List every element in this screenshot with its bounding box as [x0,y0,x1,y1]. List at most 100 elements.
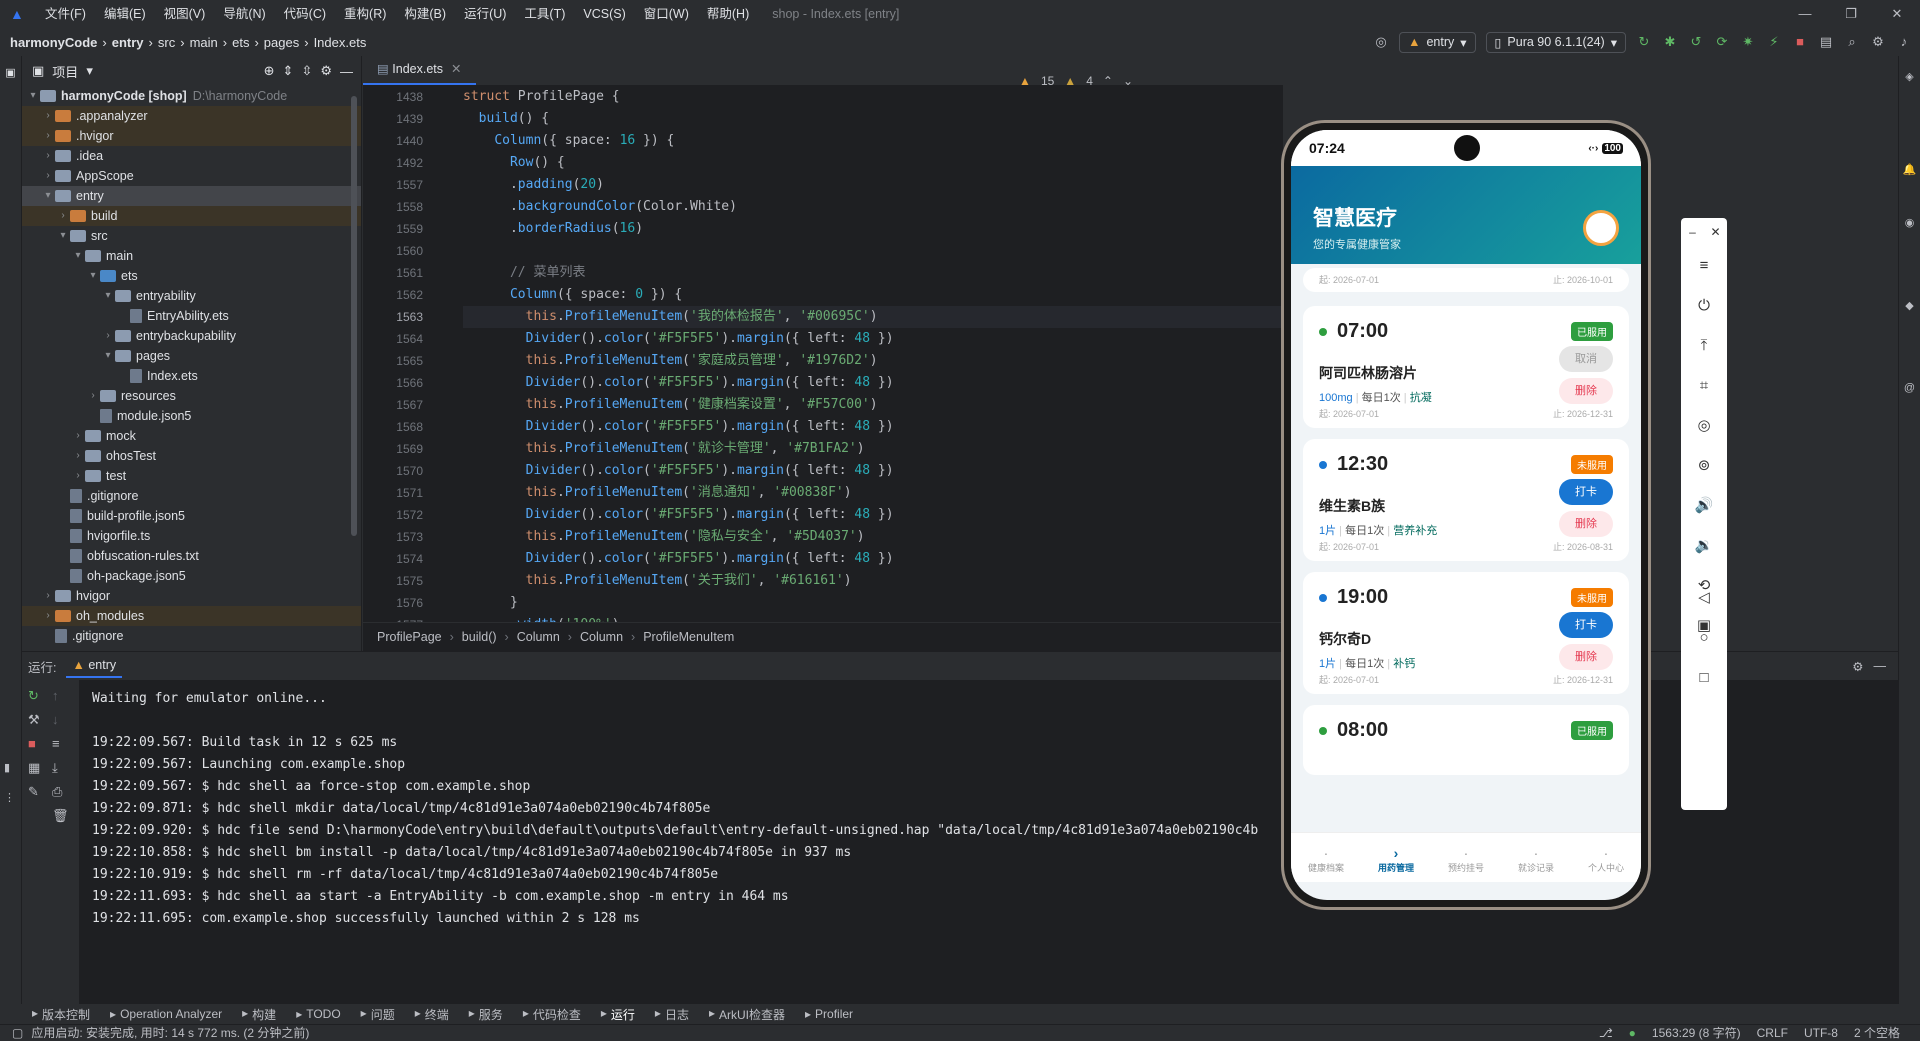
delete-button[interactable]: 删除 [1559,644,1613,670]
apply-changes-icon[interactable]: ⟳ [1714,34,1730,50]
chevron-icon[interactable]: ▾ [71,246,85,266]
scroll-end-icon[interactable]: ⤓ [52,760,58,776]
tree-item[interactable]: ▾ harmonyCode [shop] D:\harmonyCode [22,86,361,106]
code-line[interactable] [463,240,1283,262]
line-number[interactable]: 1572 [363,504,463,526]
chevron-icon[interactable]: › [41,126,55,146]
delete-button[interactable]: 删除 [1559,511,1613,537]
breadcrumb-item[interactable]: entry [112,35,144,50]
tree-item[interactable]: › build [22,206,361,226]
line-number[interactable]: 1557 [363,174,463,196]
code-line[interactable]: .borderRadius(16) [463,218,1283,240]
code-line[interactable]: struct ProfilePage { [463,86,1283,108]
line-number[interactable]: 1564 [363,328,463,350]
chevron-down-icon[interactable]: ▾ [86,63,93,79]
code-breadcrumb-item[interactable]: ProfilePage [377,630,442,644]
chevron-icon[interactable]: › [56,206,70,226]
code-line[interactable]: .width('100%') [463,614,1283,622]
chevron-icon[interactable]: › [41,146,55,166]
code-line[interactable]: .padding(20) [463,174,1283,196]
line-number[interactable]: 1576 [363,592,463,614]
settings-icon[interactable]: ⊚ [1681,446,1727,486]
menu-item-9[interactable]: VCS(S) [574,0,634,28]
notifications-icon[interactable]: ♪ [1896,34,1912,50]
tree-item[interactable]: ▾ main [22,246,361,266]
debug-icon[interactable]: ✱ [1662,34,1678,50]
tree-item[interactable]: Index.ets [22,366,361,386]
tree-item[interactable]: ▾ src [22,226,361,246]
line-number[interactable]: 1569 [363,438,463,460]
tree-item[interactable]: ▾ ets [22,266,361,286]
menu-item-0[interactable]: 文件(F) [36,0,95,28]
code-line[interactable]: this.ProfileMenuItem('健康档案设置', '#F57C00'… [463,394,1283,416]
volume-up-icon[interactable]: 🔊 [1681,486,1727,526]
tree-item[interactable]: › oh_modules [22,606,361,626]
line-number[interactable]: 1563 [363,306,463,328]
collapse-all-icon[interactable]: ⇳ [301,63,312,79]
tree-item[interactable]: oh-package.json5 [22,566,361,586]
code-line[interactable]: Divider().color('#F5F5F5').margin({ left… [463,504,1283,526]
hide-panel-icon[interactable]: — [340,64,353,79]
medication-card[interactable]: 12:30 未服用 维生素B族 1片 | 每日1次 | 营养补充 打卡 删除 起: 2026… [1303,439,1629,561]
power-icon[interactable]: ⏻ [1681,286,1727,326]
expand-all-icon[interactable]: ⇕ [283,63,294,79]
bookmarks-tool-button[interactable]: ▮ [4,761,10,774]
tree-item[interactable]: › .appanalyzer [22,106,361,126]
line-number[interactable]: 1560 [363,240,463,262]
tree-item[interactable]: › ohosTest [22,446,361,466]
code-line[interactable]: this.ProfileMenuItem('关于我们', '#616161') [463,570,1283,592]
medication-card[interactable]: 08:00 已服用 [1303,705,1629,775]
code-line[interactable]: Column({ space: 16 }) { [463,130,1283,152]
code-line[interactable]: Divider().color('#F5F5F5').margin({ left… [463,416,1283,438]
code-line[interactable]: Row() { [463,152,1283,174]
menu-icon[interactable]: ≡ [1681,246,1727,286]
chevron-icon[interactable]: › [71,446,85,466]
chevron-icon[interactable]: ▾ [41,186,55,206]
chevron-icon[interactable]: ▾ [56,226,70,246]
trash-icon[interactable]: 🗑 [52,808,69,824]
project-tool-button[interactable]: ▣ [0,66,21,79]
up-icon[interactable]: ↑ [52,688,59,703]
close-icon[interactable]: ✕ [1704,218,1727,246]
chevron-icon[interactable]: › [71,426,85,446]
target-icon[interactable]: ◎ [1373,34,1389,50]
code-line[interactable]: this.ProfileMenuItem('消息通知', '#00838F') [463,482,1283,504]
code-breadcrumb-item[interactable]: Column [517,630,560,644]
code-area[interactable]: struct ProfilePage { build() { Column({ … [463,86,1283,622]
tree-item[interactable]: › test [22,466,361,486]
tree-item[interactable]: .gitignore [22,486,361,506]
code-line[interactable]: Divider().color('#F5F5F5').margin({ left… [463,548,1283,570]
indent-setting[interactable]: 2 个空格 [1854,1025,1900,1041]
code-line[interactable]: Divider().color('#F5F5F5').margin({ left… [463,372,1283,394]
location-icon[interactable]: ◎ [1681,406,1727,446]
tree-item[interactable]: hvigorfile.ts [22,526,361,546]
stop-icon[interactable]: ■ [1792,34,1808,50]
code-line[interactable]: this.ProfileMenuItem('我的体检报告', '#00695C'… [463,306,1283,328]
tree-scrollbar[interactable] [351,96,357,536]
line-number[interactable]: 1558 [363,196,463,218]
settings-icon[interactable]: ⚙ [1870,34,1886,50]
app-tab-1[interactable]: › 用药管理 [1378,845,1414,874]
settings-icon[interactable]: ⚙ [320,63,332,79]
line-number[interactable]: 1440 [363,130,463,152]
line-number[interactable]: 1439 [363,108,463,130]
structure-tool-button[interactable]: ⋮ [4,791,15,804]
attach-debugger-icon[interactable]: ↺ [1688,34,1704,50]
tool-window-1[interactable]: ▸ Operation Analyzer [110,1007,222,1021]
code-line[interactable]: .backgroundColor(Color.White) [463,196,1283,218]
code-breadcrumb-item[interactable]: Column [580,630,623,644]
recents-icon[interactable]: □ [1681,658,1727,698]
delete-button[interactable]: 删除 [1559,378,1613,404]
line-number[interactable]: 1573 [363,526,463,548]
chevron-icon[interactable]: › [86,386,100,406]
menu-item-11[interactable]: 帮助(H) [698,0,758,28]
menu-item-6[interactable]: 构建(B) [395,0,455,28]
tree-item[interactable]: › resources [22,386,361,406]
close-tab-icon[interactable]: ✕ [451,62,461,76]
line-number[interactable]: 1561 [363,262,463,284]
chevron-icon[interactable]: › [41,586,55,606]
layout-icon[interactable]: ▦ [28,760,40,776]
tool-window-0[interactable]: ▸ 版本控制 [32,1006,90,1023]
app-tab-3[interactable]: · 就诊记录 [1518,845,1554,874]
hide-panel-icon[interactable]: — [1874,659,1887,673]
